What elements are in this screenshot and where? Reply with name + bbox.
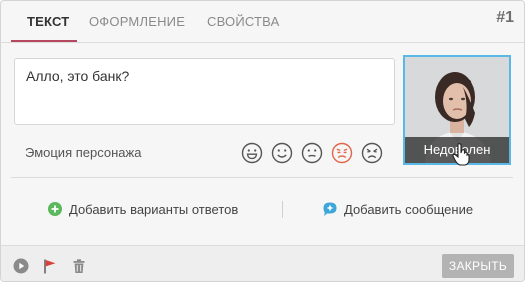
close-button[interactable]: ЗАКРЫТЬ [442,254,514,278]
dialog-step-panel: ТЕКСТ ОФОРМЛЕНИЕ СВОЙСТВА #1 Алло, это б… [0,0,525,282]
hand-cursor-icon [452,143,470,166]
trash-icon[interactable] [71,258,87,274]
add-answer-options-label: Добавить варианты ответов [69,201,239,217]
smile-icon[interactable] [271,142,293,164]
plus-circle-icon [48,202,62,216]
step-number: #1 [496,9,514,26]
neutral-face-icon[interactable] [301,142,323,164]
tab-appearance[interactable]: ОФОРМЛЕНИЕ [89,14,185,29]
add-answer-options-button[interactable]: Добавить варианты ответов [47,201,238,217]
play-icon[interactable] [13,258,29,274]
tabs-divider [1,42,524,43]
message-text-field[interactable]: Алло, это банк? [14,58,395,125]
angry-face-icon[interactable] [361,142,383,164]
flag-icon[interactable] [42,258,58,274]
displeased-face-icon[interactable] [331,142,353,164]
tab-bar: ТЕКСТ ОФОРМЛЕНИЕ СВОЙСТВА #1 [1,1,524,43]
add-message-button[interactable]: Добавить сообщение [322,201,473,217]
footer-toolbar: ЗАКРЫТЬ [1,245,524,281]
actions-separator [282,201,283,218]
grin-icon[interactable] [241,142,263,164]
tab-properties[interactable]: СВОЙСТВА [207,14,280,29]
section-divider [11,177,513,178]
emotion-label: Эмоция персонажа [25,145,142,160]
add-message-label: Добавить сообщение [344,201,474,217]
chat-bubble-plus-icon [323,202,337,216]
tab-text[interactable]: ТЕКСТ [27,14,69,29]
